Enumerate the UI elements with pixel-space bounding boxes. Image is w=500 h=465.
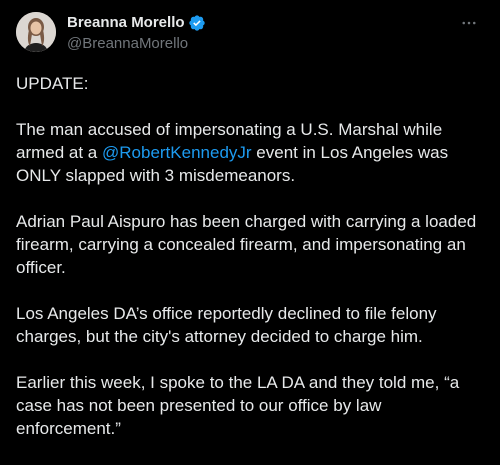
display-name[interactable]: Breanna Morello [67, 13, 185, 33]
tweet-line: Earlier this week, I spoke to the LA DA … [16, 373, 460, 392]
tweet: Breanna Morello @BreannaMorello UPDATE: [0, 0, 500, 465]
tweet-line: The man accused of impersonating a U.S. … [16, 120, 443, 139]
tweet-text-segment: armed at a [16, 143, 102, 162]
tweet-text: UPDATE: The man accused of impersonating… [16, 72, 486, 463]
tweet-paragraph: UPDATE: [16, 72, 486, 95]
tweet-paragraph: Earlier this week, I spoke to the LA DA … [16, 371, 486, 440]
handle[interactable]: @BreannaMorello [67, 34, 206, 54]
tweet-header: Breanna Morello @BreannaMorello [16, 12, 484, 56]
more-options-icon[interactable] [454, 12, 484, 34]
tweet-line: armed at a @RobertKennedyJr event in Los… [16, 141, 486, 164]
tweet-line: Adrian Paul Aispuro has been charged wit… [16, 212, 477, 231]
tweet-line: officer. [16, 258, 66, 277]
tweet-text-segment: event in Los Angeles was [251, 143, 449, 162]
tweet-line: enforcement.” [16, 419, 121, 438]
tweet-line: charges, but the city's attorney decided… [16, 327, 423, 346]
tweet-paragraph: The man accused of impersonating a U.S. … [16, 118, 486, 187]
avatar-image [16, 12, 56, 52]
tweet-line: Los Angeles DA’s office reportedly decli… [16, 304, 437, 323]
tweet-line: ONLY slapped with 3 misdemeanors. [16, 166, 296, 185]
avatar[interactable] [16, 12, 56, 52]
tweet-paragraph: Adrian Paul Aispuro has been charged wit… [16, 210, 486, 279]
display-name-row: Breanna Morello [67, 13, 206, 33]
mention-link[interactable]: @RobertKennedyJr [102, 143, 252, 162]
tweet-line: UPDATE: [16, 74, 89, 93]
tweet-paragraph: Los Angeles DA’s office reportedly decli… [16, 302, 486, 348]
verified-badge-icon [188, 14, 206, 32]
tweet-line: case has not been presented to our offic… [16, 396, 382, 415]
tweet-line: firearm, carrying a concealed firearm, a… [16, 235, 466, 254]
author-names: Breanna Morello @BreannaMorello [67, 13, 206, 54]
